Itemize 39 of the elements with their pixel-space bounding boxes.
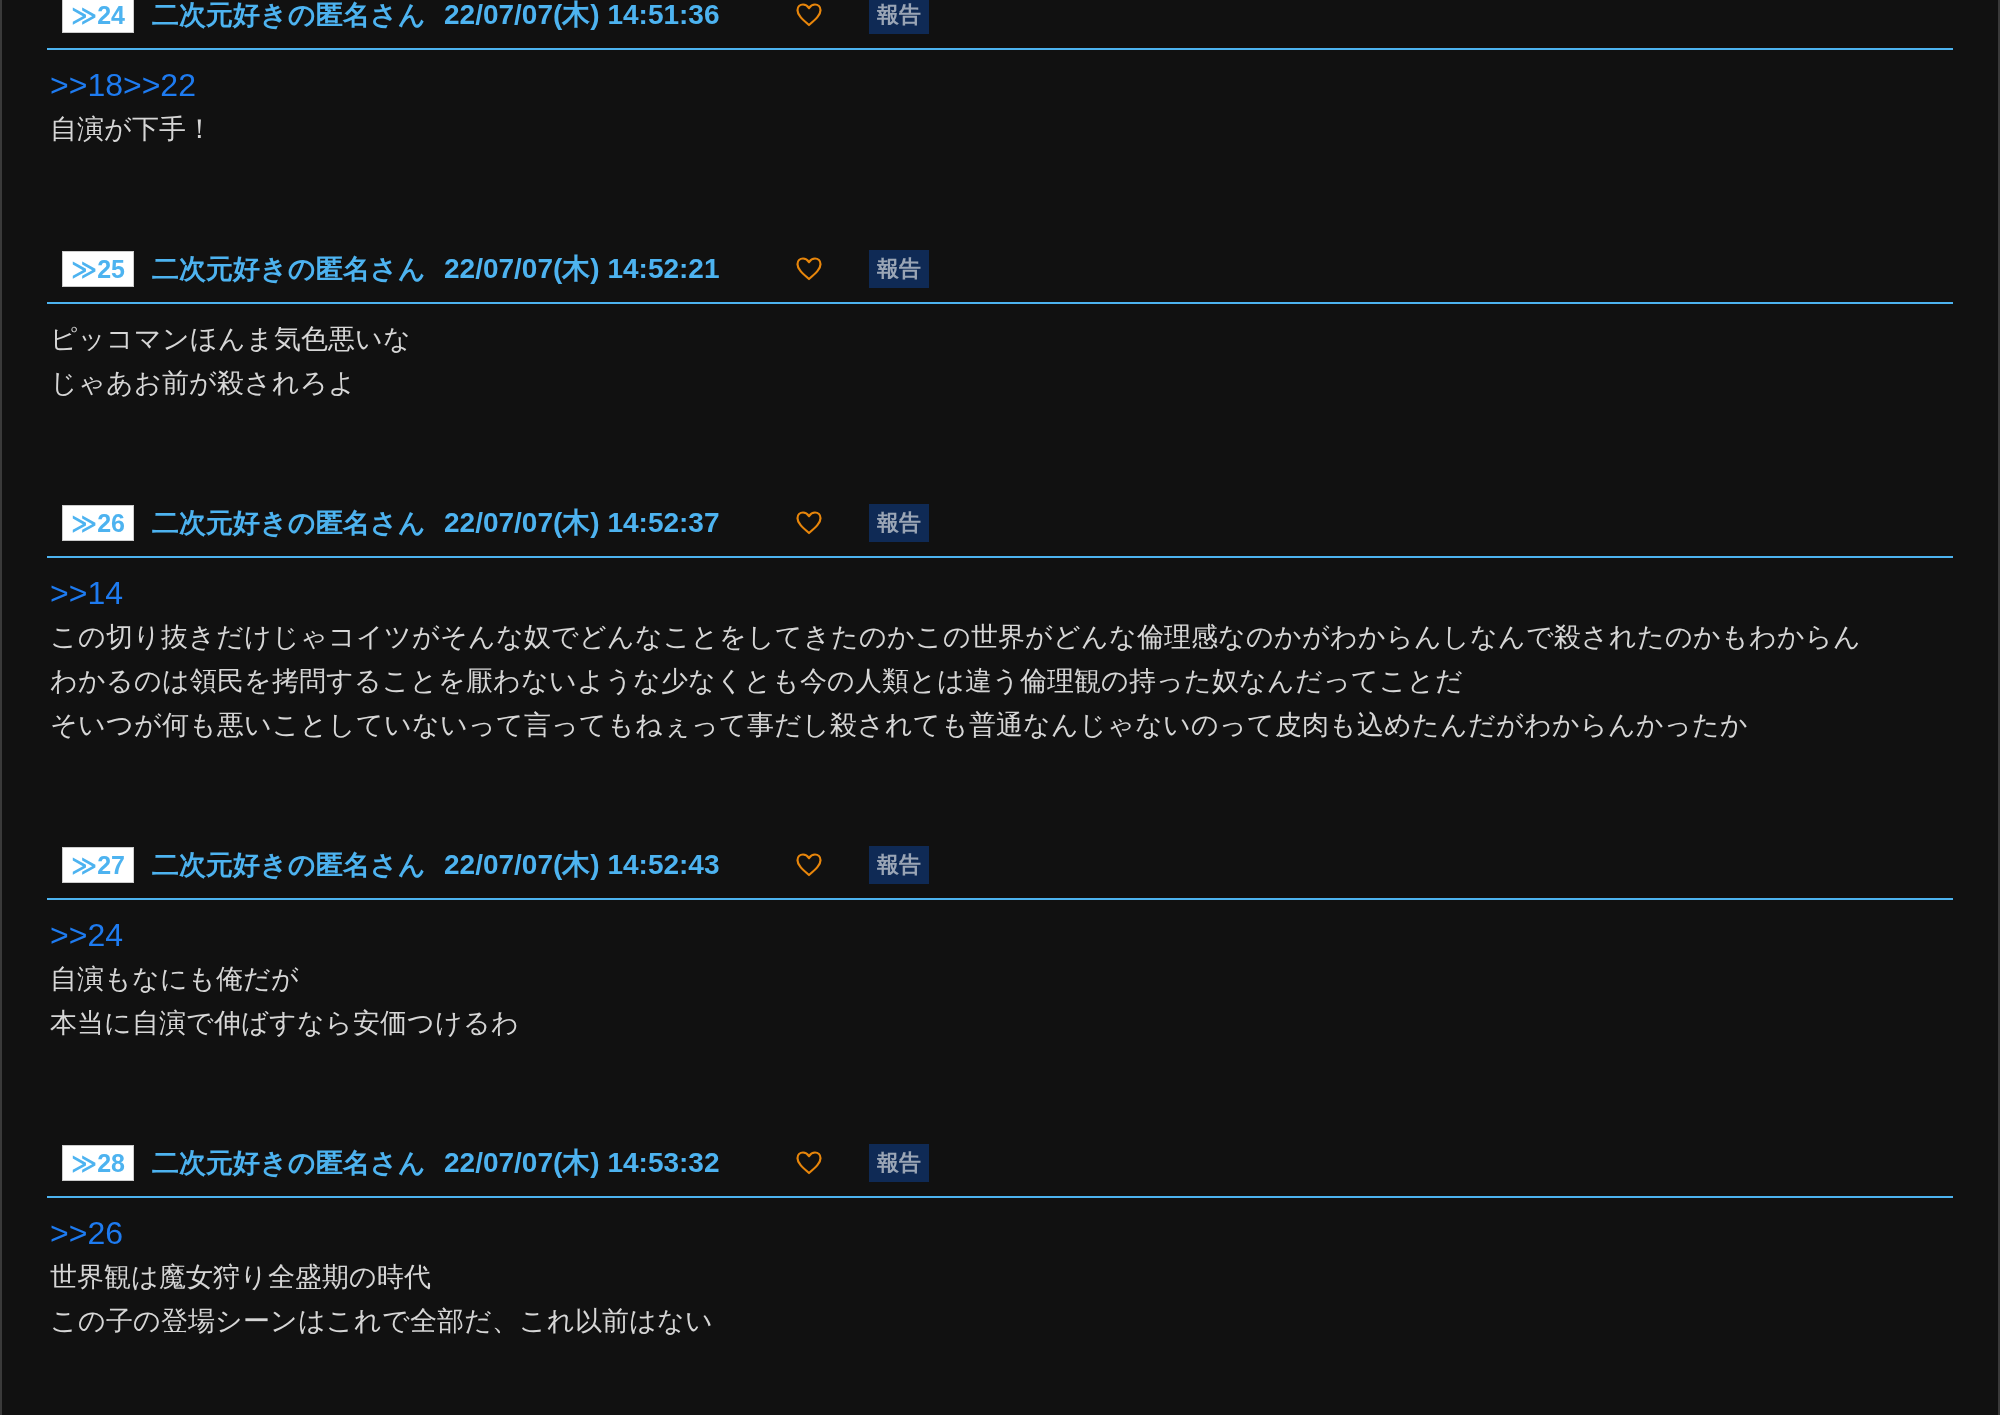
reply-link[interactable]: >>18>>22 (50, 63, 196, 107)
poster-name: 二次元好きの匿名さん (152, 0, 426, 32)
post-text: 自演が下手！ (50, 113, 214, 146)
poster-name: 二次元好きの匿名さん (152, 253, 426, 286)
post-date: 22/07/07(木) 14:51:36 (444, 0, 721, 32)
post-text: 自演もなにも俺だが (50, 963, 300, 996)
post-number-link[interactable]: ≫25 (62, 251, 134, 287)
report-button[interactable]: 報告 (869, 846, 929, 884)
heart-icon[interactable] (796, 853, 822, 877)
post-text: じゃあお前が殺されろよ (50, 367, 357, 400)
post-number-link[interactable]: ≫27 (62, 847, 134, 883)
reply-link[interactable]: >>14 (50, 571, 123, 615)
reply-link[interactable]: >>26 (50, 1211, 123, 1255)
post-text: この子の登場シーンはこれで全部だ、これ以前はない (50, 1305, 714, 1338)
poster-name: 二次元好きの匿名さん (152, 849, 426, 882)
post-text: そいつが何も悪いことしていないって言ってもねぇって事だし殺されても普通なんじゃないのって皮肉も込めたんだがわからんかったか (50, 709, 1749, 742)
post-date: 22/07/07(木) 14:52:21 (444, 252, 721, 286)
report-button[interactable]: 報告 (869, 0, 929, 34)
report-button[interactable]: 報告 (869, 1144, 929, 1182)
heart-icon[interactable] (796, 511, 822, 535)
post-date: 22/07/07(木) 14:52:37 (444, 506, 721, 540)
post-date: 22/07/07(木) 14:53:32 (444, 1146, 721, 1180)
report-button[interactable]: 報告 (869, 504, 929, 542)
post-text: 世界観は魔女狩り全盛期の時代 (50, 1261, 432, 1294)
post-date: 22/07/07(木) 14:52:43 (444, 848, 721, 882)
report-button[interactable]: 報告 (869, 250, 929, 288)
post-text: 本当に自演で伸ばすなら安価つけるわ (50, 1007, 520, 1040)
post-text: この切り抜きだけじゃコイツがそんな奴でどんなことをしてきたのかこの世界がどんな倫理感なのかがわからんしなんで殺されたのかもわからん (50, 621, 1862, 654)
post-number-link[interactable]: ≫24 (62, 0, 134, 33)
heart-icon[interactable] (796, 3, 822, 27)
post-number-link[interactable]: ≫28 (62, 1145, 134, 1181)
heart-icon[interactable] (796, 1151, 822, 1175)
poster-name: 二次元好きの匿名さん (152, 507, 426, 540)
reply-link[interactable]: >>24 (50, 913, 123, 957)
poster-name: 二次元好きの匿名さん (152, 1147, 426, 1180)
post-text: わかるのは領民を拷問することを厭わないような少なくとも今の人類とは違う倫理観の持った奴なんだってことだ (50, 665, 1464, 698)
post-text: ピッコマンほんま気色悪いな (50, 323, 412, 356)
heart-icon[interactable] (796, 257, 822, 281)
post-number-link[interactable]: ≫26 (62, 505, 134, 541)
